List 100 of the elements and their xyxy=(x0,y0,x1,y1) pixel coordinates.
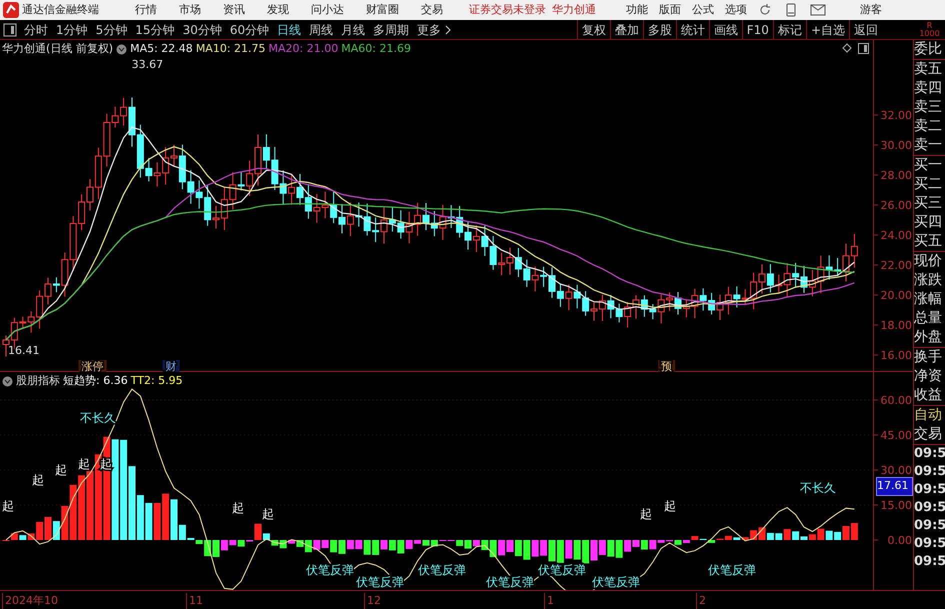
quote-field-label: 买二 xyxy=(914,175,943,194)
chart-title: 华力创通(日线 前复权) xyxy=(2,41,114,57)
indicator-value: TT2: 5.95 xyxy=(130,373,183,389)
date-tick-label: 11 xyxy=(186,593,203,609)
axis-tick-label: 20.00 xyxy=(880,289,912,302)
toolbar-button[interactable]: 复权 xyxy=(576,20,610,40)
indicator-title: 股朋指标 xyxy=(16,373,60,389)
menu-item[interactable]: 问小达 xyxy=(311,2,344,18)
moving-average-label: MA5: 22.48 xyxy=(130,41,193,57)
toolbar-button[interactable]: 统计 xyxy=(676,20,709,40)
tool-menu-item[interactable]: 功能 xyxy=(626,2,648,18)
user-name[interactable]: 游客 xyxy=(860,2,882,18)
axis-tick-label: 30.00 xyxy=(880,464,912,477)
signal-label: 起 xyxy=(2,499,14,513)
quote-field-label: 净资 xyxy=(914,367,943,386)
tool-menu-item[interactable]: 选项 xyxy=(725,2,747,18)
toolbar-button[interactable]: 标记 xyxy=(772,20,806,40)
period-tab[interactable]: 周线 xyxy=(305,20,338,38)
quote-field-label: 涨跌 xyxy=(914,271,943,290)
tool-menu-item[interactable]: 版面 xyxy=(659,2,681,18)
quote-field-label: 卖三 xyxy=(914,98,943,117)
quote-field-label: 卖一 xyxy=(914,136,943,155)
toolbar-button[interactable]: F10 xyxy=(742,20,773,40)
low-price-label: 16.41 xyxy=(8,344,40,357)
signal-label: 起 xyxy=(640,507,652,521)
axis-tick-label: 22.00 xyxy=(880,259,912,272)
axis-tick-label: 0.00 xyxy=(888,534,912,547)
axis-tick-label: 24.00 xyxy=(880,229,912,242)
period-tab[interactable]: 月线 xyxy=(337,20,370,38)
quote-field-label: 总量 xyxy=(914,309,943,328)
axis-tick-label: 30.00 xyxy=(880,139,912,152)
tool-menu-item[interactable]: 公式 xyxy=(692,2,714,18)
menu-item[interactable]: 市场 xyxy=(179,2,201,18)
cursor-value-label: 17.61 xyxy=(876,477,913,496)
stock-name[interactable]: 华力创通 xyxy=(552,2,596,18)
auto-trade-label: 自动 xyxy=(914,406,943,425)
moving-average-label: MA60: 21.69 xyxy=(341,41,411,57)
signal-label: 不长久 xyxy=(80,411,116,425)
menu-item[interactable]: 交易 xyxy=(421,2,443,18)
menu-item[interactable]: 资讯 xyxy=(223,2,245,18)
date-tick-label: 2 xyxy=(696,593,706,609)
corner-value: 1000 xyxy=(919,30,940,38)
signal-label: 起 xyxy=(32,473,44,487)
high-price-label: 33.67 xyxy=(132,58,164,71)
date-tick-label: 12 xyxy=(364,593,381,609)
signal-label: 起 xyxy=(55,463,67,477)
period-tab[interactable]: 更多 xyxy=(413,20,446,38)
quote-field-label: 买五 xyxy=(914,232,943,251)
event-marker: 预 xyxy=(661,360,672,372)
period-tab[interactable]: 分时 xyxy=(20,20,52,38)
quote-field-label: 卖四 xyxy=(914,79,943,98)
axis-tick-label: 60.00 xyxy=(880,394,912,407)
date-tick-label: 1 xyxy=(544,593,554,609)
period-tab[interactable]: 60分钟 xyxy=(226,20,274,38)
axis-tick-label: 28.00 xyxy=(880,169,912,182)
period-tab[interactable]: 日线 xyxy=(273,20,306,38)
quote-field-label: 买四 xyxy=(914,213,943,232)
period-tab[interactable]: 1分钟 xyxy=(52,20,92,38)
moving-average-label: MA10: 21.75 xyxy=(196,41,266,57)
quote-field-label: 卖五 xyxy=(914,60,943,79)
trade-label: 交易 xyxy=(914,425,943,444)
period-tab[interactable]: 多周期 xyxy=(369,20,414,38)
quote-field-label: 收益 xyxy=(914,386,943,405)
period-tab[interactable]: 15分钟 xyxy=(131,20,179,38)
axis-tick-label: 26.00 xyxy=(880,199,912,212)
login-status[interactable]: 证券交易未登录 xyxy=(469,2,546,18)
axis-tick-label: 45.00 xyxy=(880,429,912,442)
signal-label: 起 xyxy=(664,499,676,513)
signal-label: 伏笔反弹 xyxy=(418,563,466,577)
signal-label: 起 xyxy=(262,507,274,521)
toolbar-button[interactable]: 返回 xyxy=(849,20,882,40)
toolbar-button[interactable]: 画线 xyxy=(708,20,742,40)
signal-label: 起 xyxy=(78,457,90,471)
axis-tick-label: 15.00 xyxy=(880,499,912,512)
period-tab[interactable]: 30分钟 xyxy=(178,20,226,38)
toolbar-button[interactable]: 多股 xyxy=(642,20,676,40)
quote-field-label: 外盘 xyxy=(914,328,943,347)
quote-field-label: 买三 xyxy=(914,194,943,213)
menu-item[interactable]: 发现 xyxy=(267,2,289,18)
moving-average-label: MA20: 21.00 xyxy=(268,41,338,57)
event-marker: 涨停 xyxy=(82,360,104,372)
menu-item[interactable]: 财富圈 xyxy=(366,2,399,18)
signal-label: 不长久 xyxy=(800,481,836,495)
date-tick-label: 2024年10 xyxy=(2,593,58,609)
app-title: 通达信金融终端 xyxy=(22,2,99,18)
menu-item[interactable]: 行情 xyxy=(135,2,157,18)
signal-label: 起 xyxy=(232,501,244,515)
axis-tick-label: 16.00 xyxy=(880,349,912,362)
quote-field-label: 委比 xyxy=(914,40,943,59)
period-tab[interactable]: 5分钟 xyxy=(92,20,132,38)
quote-field-label: 现价 xyxy=(914,252,943,271)
corner-label: R xyxy=(926,22,932,30)
axis-tick-label: 32.00 xyxy=(880,109,912,122)
toolbar-button[interactable]: +自选 xyxy=(806,20,849,40)
signal-label: 伏笔反弹 xyxy=(708,563,756,577)
event-marker: 财 xyxy=(166,360,177,372)
quote-field-label: 买一 xyxy=(914,156,943,175)
quote-field-label: 卖二 xyxy=(914,117,943,136)
toolbar-button[interactable]: 叠加 xyxy=(610,20,643,40)
quote-field-label: 涨幅 xyxy=(914,290,943,309)
